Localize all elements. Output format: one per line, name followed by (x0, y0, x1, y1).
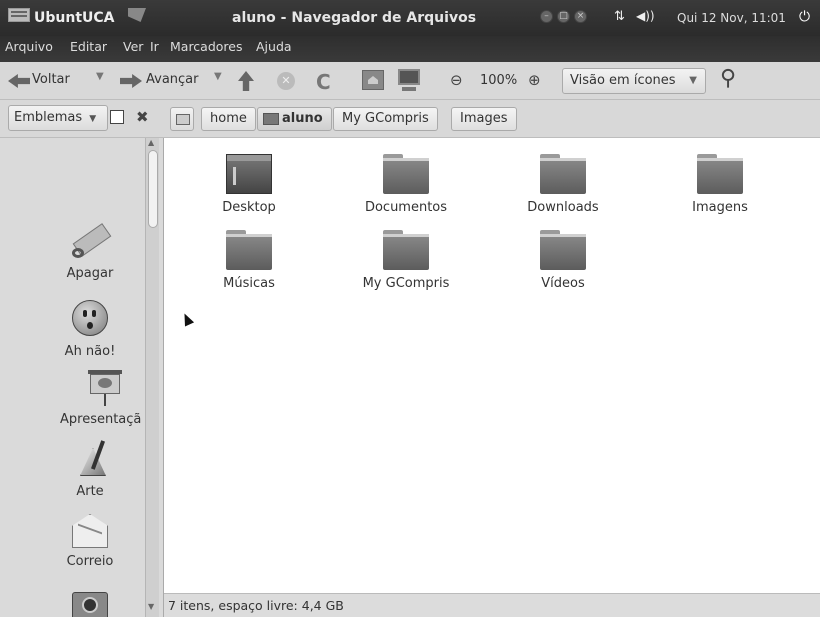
emblem-ah-nao[interactable]: Ah não! (40, 300, 140, 359)
file-name: My GCompris (362, 276, 450, 291)
emblem-correio[interactable]: Correio (40, 510, 140, 569)
menu-ver[interactable]: Ver (123, 39, 143, 54)
menu-marcadores[interactable]: Marcadores (170, 39, 243, 54)
file-name: Imagens (692, 200, 748, 215)
status-text: 7 itens, espaço livre: 4,4 GB (168, 598, 344, 613)
chevron-down-icon: ▼ (689, 75, 697, 86)
forward-arrow-icon[interactable] (120, 74, 142, 88)
up-button[interactable] (238, 71, 254, 91)
emblem-label: Ah não! (64, 344, 116, 359)
file-item-imagens[interactable]: Imagens (650, 154, 790, 215)
folder-icon (383, 154, 429, 194)
folder-icon (540, 230, 586, 270)
breadcrumb-images[interactable]: Images (451, 107, 517, 131)
forward-button[interactable]: Avançar (146, 72, 199, 87)
edit-emblem-icon[interactable] (110, 110, 124, 124)
scrollbar-thumb[interactable] (148, 150, 158, 228)
file-name: Downloads (527, 200, 599, 215)
emblem-label: Arte (76, 484, 104, 499)
back-history-chevron-icon[interactable]: ▼ (96, 71, 104, 82)
side-pane-scrollbar[interactable]: ▲ ▼ (145, 138, 159, 617)
presentation-icon (84, 368, 124, 408)
clock[interactable]: Qui 12 Nov, 11:01 (677, 11, 786, 25)
file-item-documentos[interactable]: Documentos (336, 154, 476, 215)
window-title: aluno - Navegador de Arquivos (232, 10, 477, 26)
file-item-my-gcompris[interactable]: My GCompris (336, 230, 476, 291)
folder-icon (226, 230, 272, 270)
menu-arquivo[interactable]: Arquivo (5, 39, 53, 54)
file-item-desktop[interactable]: Desktop (179, 154, 319, 215)
toolbar: Voltar ▼ Avançar ▼ ✕ C ⊖ 100% ⊕ Visão em… (0, 62, 820, 100)
breadcrumb-aluno-label: aluno (282, 111, 323, 126)
breadcrumb-home[interactable]: home (201, 107, 256, 131)
computer-button[interactable] (398, 69, 420, 91)
back-arrow-icon[interactable] (8, 74, 30, 88)
scroll-up-icon[interactable]: ▲ (148, 138, 154, 147)
search-icon[interactable]: ⚲ (720, 66, 736, 91)
folder-icon (383, 230, 429, 270)
view-mode-value: Visão em ícones (570, 73, 676, 88)
app-menu-icon[interactable] (8, 8, 30, 22)
sidepane-mode-select[interactable]: Emblemas ▼ (8, 105, 108, 131)
sidepane-mode-value: Emblemas (14, 110, 83, 125)
window-icon (128, 8, 146, 22)
file-name: Desktop (222, 200, 276, 215)
location-bar: Emblemas ▼ ✖ home aluno My GCompris Imag… (0, 100, 820, 138)
status-bar: 7 itens, espaço livre: 4,4 GB (164, 593, 820, 617)
file-item-downloads[interactable]: Downloads (493, 154, 633, 215)
menu-editar[interactable]: Editar (70, 39, 107, 54)
top-panel: UbuntUCA aluno - Navegador de Arquivos –… (0, 0, 820, 36)
zoom-level[interactable]: 100% (480, 73, 517, 88)
home-folder-icon (263, 113, 279, 125)
emblem-label: Apresentaçã (60, 412, 142, 427)
volume-icon[interactable]: ◀)) (636, 9, 655, 23)
art-icon (70, 440, 110, 480)
file-icon-view[interactable]: Desktop Documentos Downloads Imagens Mús… (164, 138, 820, 593)
emblem-label: Correio (66, 554, 114, 569)
folder-icon (697, 154, 743, 194)
emblem-camera[interactable] (40, 586, 140, 617)
stop-button[interactable]: ✕ (277, 72, 295, 90)
side-pane-emblems: Apagar Ah não! Apresentaçã Arte Correio (0, 138, 164, 617)
location-toggle-button[interactable] (170, 107, 194, 131)
file-name: Vídeos (541, 276, 585, 291)
app-name[interactable]: UbuntUCA (34, 10, 115, 26)
breadcrumb-aluno[interactable]: aluno (257, 107, 332, 131)
emblem-apresentacao[interactable]: Apresentaçã (60, 368, 150, 427)
maximize-button[interactable]: □ (557, 10, 570, 23)
emblem-label: Apagar (66, 266, 114, 281)
menu-bar: Arquivo Editar Ver Ir Marcadores Ajuda (0, 36, 820, 62)
forward-history-chevron-icon[interactable]: ▼ (214, 71, 222, 82)
mail-icon (70, 510, 110, 550)
breadcrumb-my-gcompris[interactable]: My GCompris (333, 107, 438, 131)
eraser-icon (70, 222, 112, 262)
surprised-face-icon (70, 300, 110, 340)
file-item-musicas[interactable]: Músicas (179, 230, 319, 291)
scroll-down-icon[interactable]: ▼ (148, 602, 154, 611)
folder-icon (540, 154, 586, 194)
view-mode-select[interactable]: Visão em ícones ▼ (562, 68, 706, 94)
menu-ir[interactable]: Ir (150, 39, 159, 54)
chevron-down-icon: ▼ (89, 114, 97, 124)
close-sidepane-icon[interactable]: ✖ (136, 108, 149, 126)
reload-button[interactable]: C (316, 70, 331, 94)
minimize-button[interactable]: – (540, 10, 553, 23)
emblem-apagar[interactable]: Apagar (40, 222, 140, 281)
emblem-arte[interactable]: Arte (40, 440, 140, 499)
file-name: Documentos (364, 200, 448, 215)
file-name: Músicas (223, 276, 275, 291)
camera-icon (70, 586, 110, 617)
menu-ajuda[interactable]: Ajuda (256, 39, 292, 54)
home-button[interactable] (362, 70, 384, 90)
file-item-videos[interactable]: Vídeos (493, 230, 633, 291)
back-button[interactable]: Voltar (32, 72, 70, 87)
zoom-in-icon[interactable]: ⊕ (528, 71, 541, 89)
zoom-out-icon[interactable]: ⊖ (450, 71, 463, 89)
power-icon[interactable]: ⏻ (799, 9, 810, 25)
close-button[interactable]: × (574, 10, 587, 23)
desktop-folder-icon (226, 154, 272, 194)
network-icon[interactable]: ⇅ (614, 9, 625, 24)
